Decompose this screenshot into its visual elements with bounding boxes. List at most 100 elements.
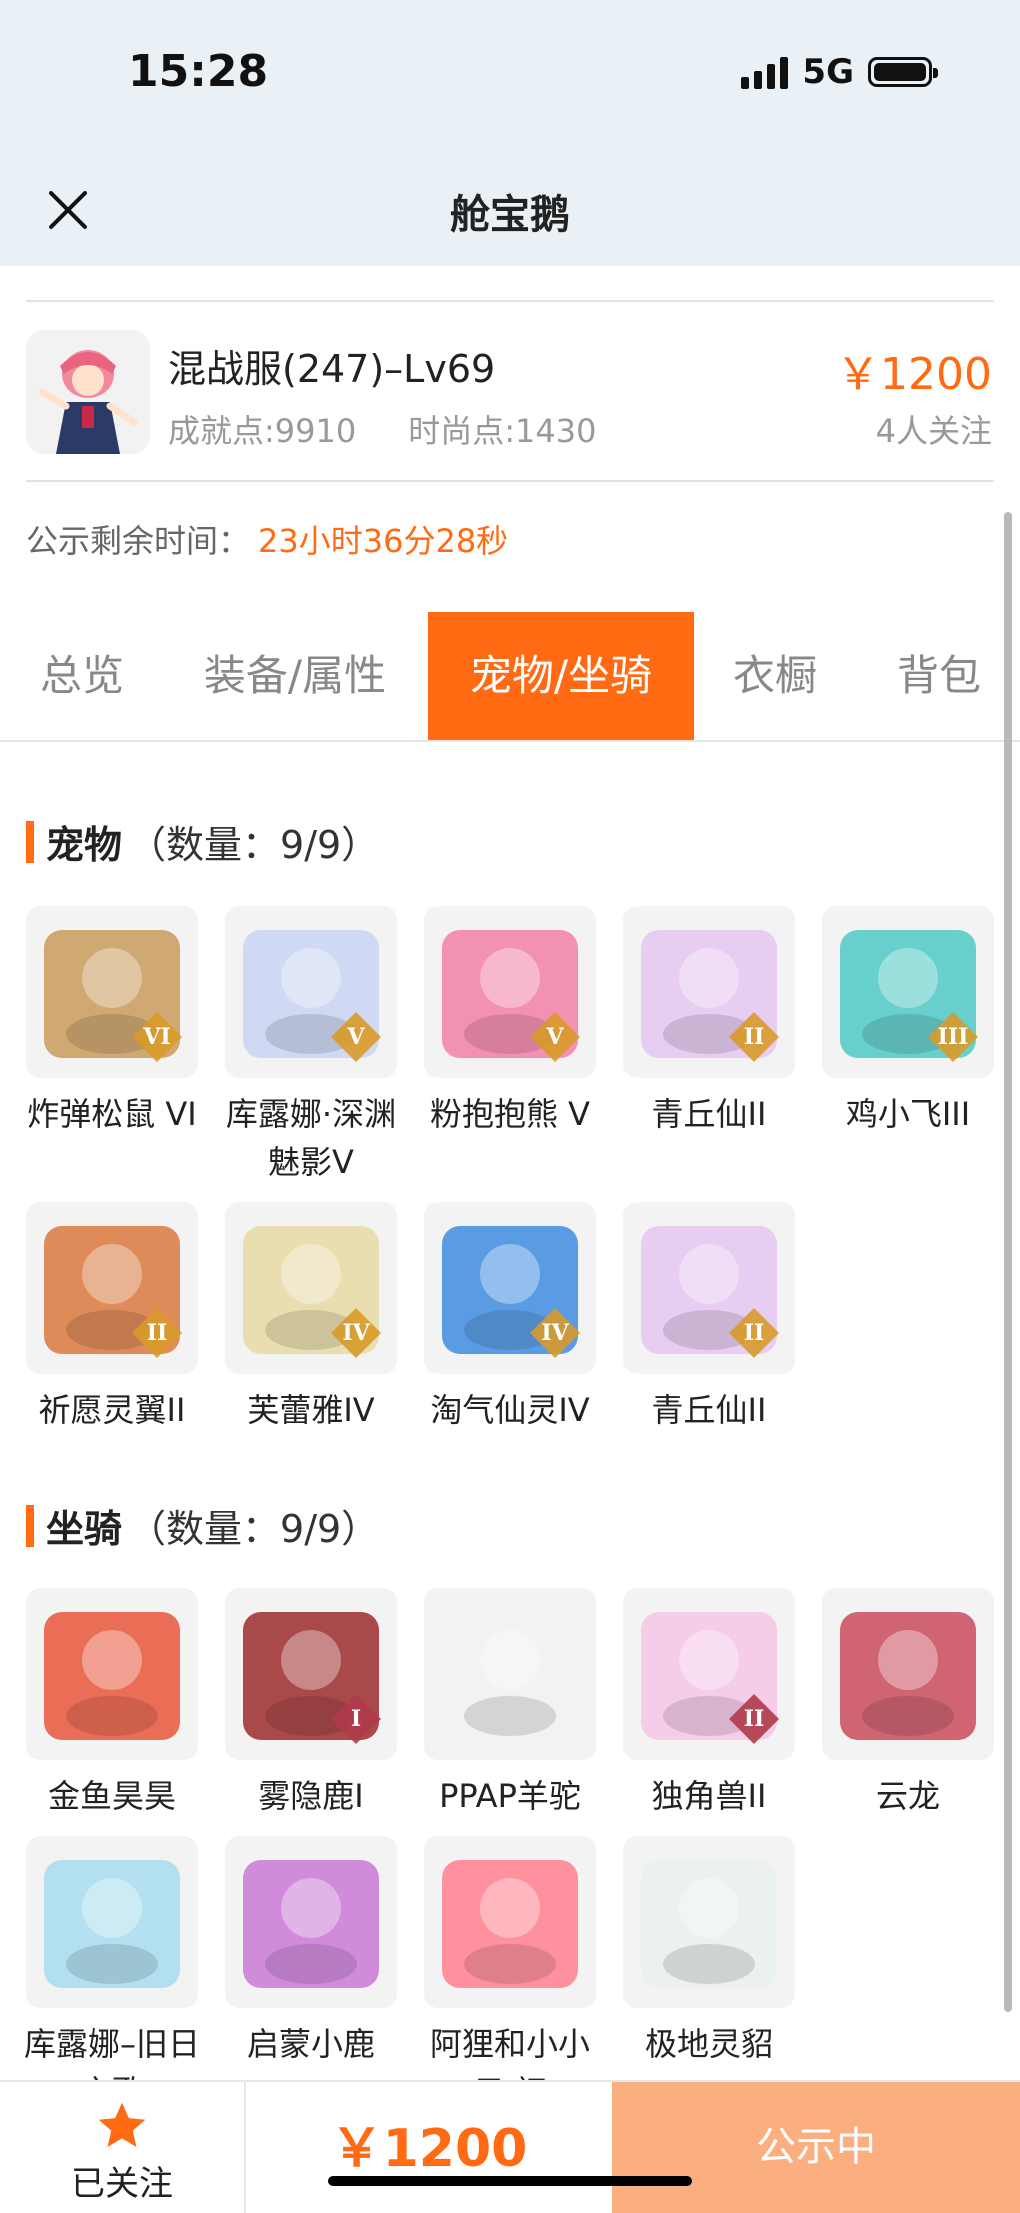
follower-count: 4人关注 (875, 412, 992, 450)
mount-image-icon (840, 1612, 976, 1740)
server-level: 混战服(247)–Lv69 (168, 347, 496, 391)
grade-text: I (350, 1706, 362, 1732)
mount-tile[interactable]: I (225, 1588, 397, 1760)
grade-badge: IV (329, 1306, 383, 1360)
mount-tile[interactable] (26, 1836, 198, 2008)
grade-text: II (743, 1706, 765, 1732)
listing-price: ￥1200 (836, 349, 992, 400)
mount-image-icon (44, 1860, 180, 1988)
grade-text: IV (541, 1320, 569, 1346)
network-label: 5G (802, 52, 854, 92)
mount-tile[interactable] (225, 1836, 397, 2008)
tab-equipment[interactable]: 装备/属性 (180, 612, 410, 740)
mount-image-icon (442, 1612, 578, 1740)
top-bar: 15:28 5G 舱宝鹅 (0, 0, 1020, 266)
mount-tile[interactable] (424, 1836, 596, 2008)
pet-tile[interactable]: III (822, 906, 994, 1078)
pet-name: 库露娜·深渊魅影V (225, 1095, 397, 1181)
pet-name: 炸弹松鼠 VI (27, 1095, 197, 1133)
grade-badge: V (528, 1010, 582, 1064)
pet-tile[interactable]: IV (424, 1202, 596, 1374)
fashion-points: 时尚点:1430 (408, 412, 597, 450)
grade-badge: V (329, 1010, 383, 1064)
mount-name: PPAP羊驼 (439, 1777, 581, 1815)
tab-bar: 总览 装备/属性 宠物/坐骑 衣橱 背包 (0, 612, 1020, 742)
tab-backpack[interactable]: 背包 (874, 612, 1004, 740)
pet-tile[interactable]: IV (225, 1202, 397, 1374)
countdown-value: 23小时36分28秒 (258, 522, 509, 560)
mount-tile[interactable] (623, 1836, 795, 2008)
points-row: 成就点:9910 时尚点:1430 (168, 406, 648, 452)
bottom-price: ￥1200 (330, 2119, 528, 2179)
grade-text: III (937, 1024, 969, 1050)
grade-badge: VI (130, 1010, 184, 1064)
divider (26, 300, 994, 302)
mount-image-icon (243, 1860, 379, 1988)
pet-tile[interactable]: II (623, 906, 795, 1078)
achievement-points: 成就点:9910 (168, 412, 357, 450)
pet-name: 粉抱抱熊 V (429, 1095, 591, 1133)
mount-name: 雾隐鹿I (258, 1777, 364, 1815)
star-icon (98, 2102, 146, 2147)
grade-text: IV (342, 1320, 370, 1346)
pet-name: 芙蕾雅IV (247, 1391, 375, 1429)
mount-name: 金鱼昊昊 (47, 1777, 176, 1815)
grade-badge: I (329, 1692, 383, 1746)
pets-count: （数量：9/9） (128, 823, 380, 867)
mount-tile[interactable] (26, 1588, 198, 1760)
grade-text: II (743, 1024, 765, 1050)
page-title: 舱宝鹅 (450, 192, 570, 238)
mount-name: 库露娜–旧日之歌 (23, 2025, 200, 2080)
section-accent-bar (26, 1504, 34, 1547)
pet-name: 淘气仙灵IV (430, 1391, 590, 1429)
tab-wardrobe[interactable]: 衣橱 (710, 612, 840, 740)
countdown-label: 公示剩余时间： (26, 522, 251, 560)
pet-tile[interactable]: VI (26, 906, 198, 1078)
mounts-section-title: 坐骑 （数量：9/9） (26, 1498, 379, 1553)
tab-overview[interactable]: 总览 (20, 612, 144, 740)
mounts-count: （数量：9/9） (128, 1507, 380, 1551)
mount-name: 独角兽II (651, 1777, 767, 1815)
scrollbar[interactable] (1004, 512, 1012, 2012)
grade-text: II (743, 1320, 765, 1346)
status-icons: 5G (741, 52, 938, 92)
mount-image-icon (44, 1612, 180, 1740)
grade-badge: II (727, 1010, 781, 1064)
grade-text: II (146, 1320, 168, 1346)
grade-text: V (546, 1024, 564, 1050)
mount-name: 极地灵貂 (644, 2025, 773, 2063)
signal-icon (741, 55, 789, 89)
mount-name: 阿狸和小小云·初 (429, 2025, 590, 2080)
mounts-heading: 坐骑 (46, 1507, 123, 1551)
follow-label: 已关注 (71, 2164, 173, 2204)
character-avatar (26, 330, 150, 454)
publicity-status-button[interactable]: 公示中 (612, 2082, 1020, 2213)
mount-image-icon (641, 1860, 777, 1988)
section-accent-bar (26, 820, 34, 863)
publicity-countdown: 公示剩余时间： 23小时36分28秒 (26, 516, 508, 562)
mount-name: 云龙 (875, 1777, 940, 1815)
mount-tile[interactable] (424, 1588, 596, 1760)
tab-pets-mounts[interactable]: 宠物/坐骑 (428, 612, 694, 740)
pet-name: 鸡小飞III (845, 1095, 971, 1133)
pets-section-title: 宠物 （数量：9/9） (26, 814, 379, 869)
grade-badge: II (130, 1306, 184, 1360)
divider (26, 480, 994, 482)
pet-tile[interactable]: V (225, 906, 397, 1078)
mount-name: 启蒙小鹿 (246, 2025, 375, 2063)
pet-tile[interactable]: II (623, 1202, 795, 1374)
pet-tile[interactable]: V (424, 906, 596, 1078)
mount-tile[interactable] (822, 1588, 994, 1760)
grade-text: V (347, 1024, 365, 1050)
grade-badge: IV (528, 1306, 582, 1360)
follow-button[interactable]: 已关注 (0, 2082, 246, 2213)
battery-icon (868, 57, 938, 87)
grade-text: VI (143, 1024, 171, 1050)
mount-image-icon (442, 1860, 578, 1988)
pet-tile[interactable]: II (26, 1202, 198, 1374)
status-time: 15:28 (128, 46, 269, 97)
mount-tile[interactable]: II (623, 1588, 795, 1760)
grade-badge: III (926, 1010, 980, 1064)
grade-badge: II (727, 1306, 781, 1360)
pet-name: 青丘仙II (651, 1391, 767, 1429)
